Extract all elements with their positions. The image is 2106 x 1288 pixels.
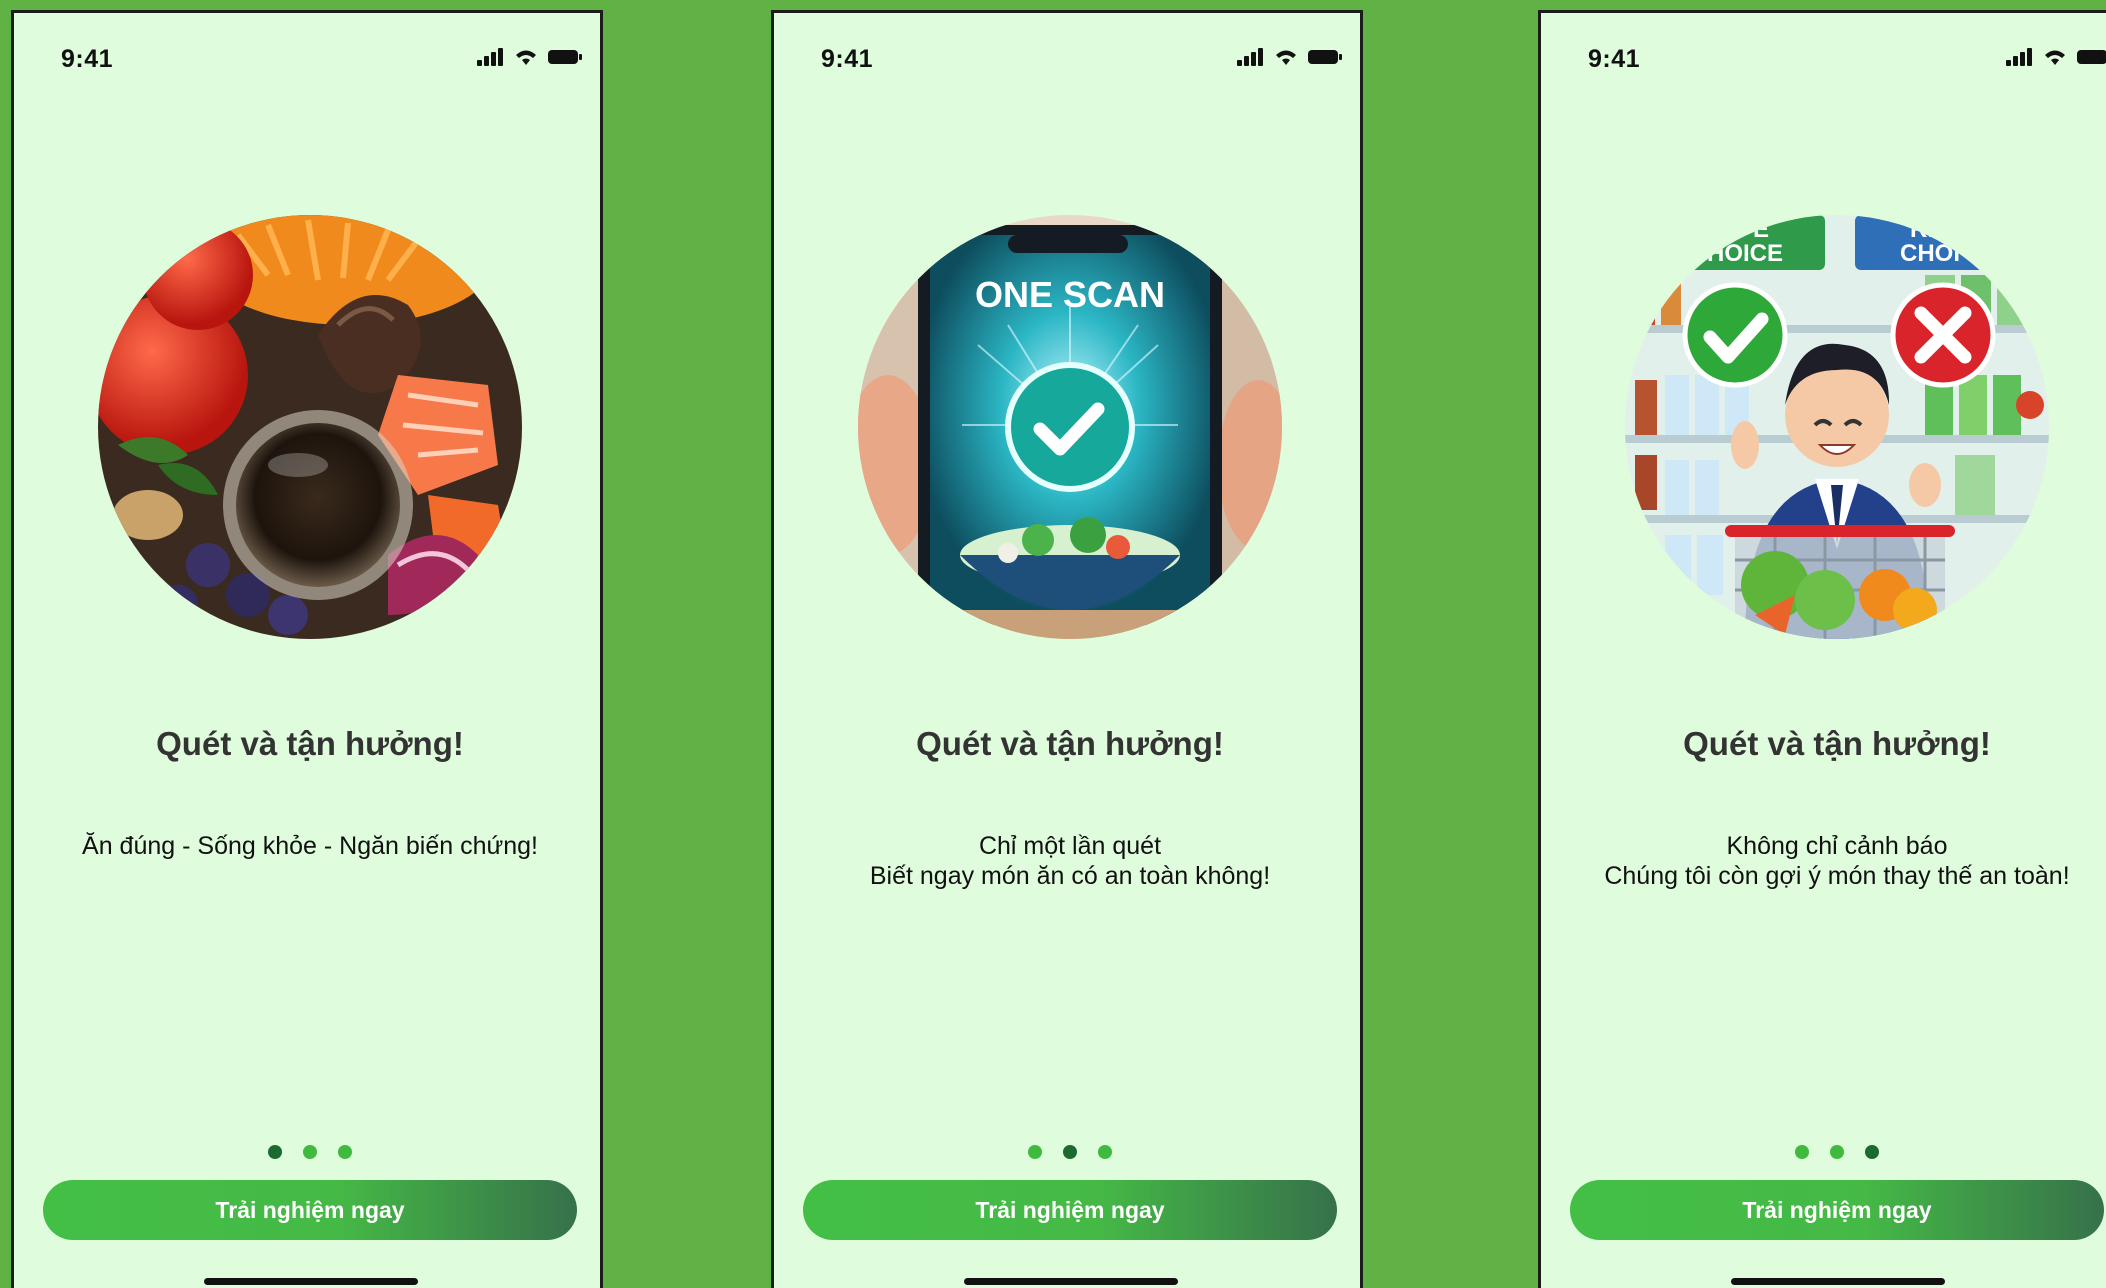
signal-icon [2006, 48, 2032, 66]
battery-icon [548, 50, 582, 64]
hero-image-food-bowl [98, 215, 522, 639]
page-dot-2[interactable] [1063, 1145, 1077, 1159]
signal-icon [477, 48, 503, 66]
home-indicator [1731, 1278, 1945, 1285]
status-bar: 9:41 [774, 35, 1360, 75]
image-caption: ONE SCAN [975, 274, 1165, 315]
subtitle-line: Chúng tôi còn gợi ý món thay thế an toàn… [1604, 862, 2070, 890]
status-icons [2006, 47, 2106, 69]
try-now-button[interactable]: Trải nghiệm ngay [1570, 1180, 2104, 1240]
subtitle-line: Không chỉ cảnh báo [1726, 832, 1948, 860]
sign-text: AFE [1721, 216, 1769, 243]
page-dot-1[interactable] [1795, 1145, 1809, 1159]
page-indicator [14, 1145, 600, 1161]
status-time: 9:41 [1588, 45, 1641, 73]
hero-image-phone-scan: ONE SCAN [858, 215, 1282, 639]
sign-text: HOICE [1707, 240, 1783, 267]
sign-text: RIS [1910, 216, 1950, 243]
signal-icon [1237, 48, 1263, 66]
page-dot-3[interactable] [338, 1145, 352, 1159]
wifi-icon [1276, 50, 1296, 65]
sign-text: CHOI [1900, 240, 1960, 267]
try-now-button[interactable]: Trải nghiệm ngay [43, 1180, 577, 1240]
status-bar: 9:41 [14, 35, 600, 75]
screen-title: Quét và tận hưởng! [916, 725, 1224, 762]
status-bar: 9:41 [1541, 35, 2106, 75]
try-now-button[interactable]: Trải nghiệm ngay [803, 1180, 1337, 1240]
home-indicator [964, 1278, 1178, 1285]
page-dot-1[interactable] [268, 1145, 282, 1159]
page-indicator [774, 1145, 1360, 1161]
onboarding-screen-1: 9:41 Quét và tận hưởng! Ăn đúng - Sống k… [11, 10, 603, 1288]
wifi-icon [516, 50, 536, 65]
home-indicator [204, 1278, 418, 1285]
onboarding-screen-2: 9:41 ONE SCAN Quét và tận hưởng! Chỉ một… [771, 10, 1363, 1288]
page-dot-1[interactable] [1028, 1145, 1042, 1159]
status-icons [477, 47, 587, 69]
screen-subtitle: Chỉ một lần quét Biết ngay món ăn có an … [774, 831, 1360, 891]
hero-image-grocery-choice: AFE HOICE RIS CHOI [1625, 215, 2049, 639]
screen-title: Quét và tận hưởng! [156, 725, 464, 762]
status-time: 9:41 [61, 45, 114, 73]
subtitle-line: Biết ngay món ăn có an toàn không! [869, 862, 1271, 890]
status-time: 9:41 [821, 45, 874, 73]
status-icons [1237, 47, 1347, 69]
screen-subtitle: Ăn đúng - Sống khỏe - Ngăn biến chứng! [14, 831, 600, 861]
page-dot-3[interactable] [1865, 1145, 1879, 1159]
screen-subtitle: Không chỉ cảnh báo Chúng tôi còn gợi ý m… [1541, 831, 2106, 891]
page-dot-2[interactable] [303, 1145, 317, 1159]
battery-icon [1308, 50, 1342, 64]
page-indicator [1541, 1145, 2106, 1161]
page-dot-3[interactable] [1098, 1145, 1112, 1159]
screen-title: Quét và tận hưởng! [1683, 725, 1991, 762]
subtitle-line: Ăn đúng - Sống khỏe - Ngăn biến chứng! [82, 832, 538, 860]
subtitle-line: Chỉ một lần quét [978, 832, 1162, 860]
wifi-icon [2045, 50, 2065, 65]
onboarding-showcase: 9:41 Quét và tận hưởng! Ăn đúng - Sống k… [0, 0, 2106, 1288]
onboarding-screen-3: 9:41 AFE HOICE RIS CHOI Quét và tận hưởn… [1538, 10, 2106, 1288]
battery-icon [2077, 50, 2106, 64]
page-dot-2[interactable] [1830, 1145, 1844, 1159]
